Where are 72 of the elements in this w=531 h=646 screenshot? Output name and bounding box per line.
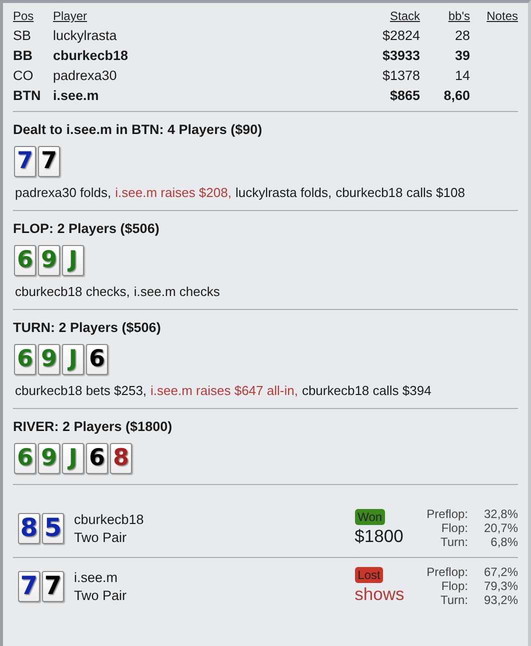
column-header[interactable]: Player — [53, 9, 330, 23]
playing-card: 7 — [38, 146, 60, 177]
playing-card: 8 — [110, 443, 132, 474]
playing-card: 7 — [18, 570, 40, 602]
equity-value: 20,7% — [482, 521, 518, 535]
hand-rank: Two Pair — [74, 588, 128, 602]
column-header[interactable]: Notes — [470, 9, 518, 23]
playing-card: J — [62, 344, 84, 375]
action-text: cburkecb18 calls $108 — [336, 185, 465, 200]
playing-card: 7 — [42, 570, 64, 602]
street-title: FLOP: 2 Players ($506) — [13, 221, 160, 236]
playing-card: 9 — [38, 245, 60, 276]
playing-card: 6 — [14, 344, 36, 375]
action-text: i.see.m raises $208, — [115, 185, 232, 200]
column-header[interactable]: Stack — [330, 9, 420, 23]
playing-card: 6 — [14, 443, 36, 474]
playing-card: 9 — [38, 443, 60, 474]
table-cell-text: BTN — [13, 88, 42, 103]
table-cell-text: 39 — [454, 48, 470, 63]
column-header[interactable]: Pos — [13, 9, 53, 23]
hand-rank: Two Pair — [74, 530, 128, 544]
table-cell-text: padrexa30 — [53, 68, 118, 83]
column-header[interactable]: bb's — [420, 9, 470, 23]
table-cell-text: $3933 — [381, 48, 420, 63]
playing-card: J — [62, 443, 84, 474]
action-text: cburkecb18 bets $253, — [15, 383, 147, 398]
equity-value: 67,2% — [482, 565, 518, 579]
table-cell-text: BB — [13, 48, 34, 63]
table-cell-text: $2824 — [381, 28, 420, 43]
street-title: TURN: 2 Players ($506) — [13, 320, 162, 335]
playing-card: 6 — [86, 443, 108, 474]
table-cell-text: $865 — [388, 88, 420, 103]
equity-label: Turn: — [439, 535, 468, 549]
table-cell-text: cburkecb18 — [53, 48, 130, 63]
table-cell-text: SB — [13, 28, 32, 43]
playing-card: 9 — [38, 344, 60, 375]
table-cell-text: 28 — [454, 28, 470, 43]
equity-value: 93,2% — [482, 593, 518, 607]
playing-card: 6 — [14, 245, 36, 276]
equity-value: 79,3% — [482, 579, 518, 593]
action-text: cburkecb18 checks, — [15, 284, 130, 299]
equity-value: 6,8% — [490, 535, 518, 549]
equity-label: Preflop: — [426, 565, 468, 579]
action-text: cburkecb18 calls $394 — [302, 383, 432, 398]
playing-card: 6 — [86, 344, 108, 375]
table-cell-text: i.see.m — [53, 88, 100, 103]
table-cell-text: 14 — [454, 68, 470, 83]
equity-label: Flop: — [440, 521, 468, 535]
action-text: luckylrasta folds, — [235, 185, 332, 200]
result-amount: shows — [354, 584, 404, 605]
action-text: padrexa30 folds, — [15, 185, 112, 200]
action-text: i.see.m raises $647 all-in, — [150, 383, 298, 398]
equity-label: Preflop: — [426, 507, 468, 521]
action-text: i.see.m checks — [134, 284, 220, 299]
equity-label: Flop: — [440, 579, 468, 593]
playing-card: 5 — [42, 512, 64, 544]
playing-card: 8 — [18, 512, 40, 544]
result-badge: Won — [354, 509, 386, 525]
table-cell-text: luckylrasta — [53, 28, 118, 43]
equity-value: 32,8% — [482, 507, 518, 521]
result-badge: Lost — [354, 567, 384, 583]
equity-label: Turn: — [439, 593, 468, 607]
player-name: i.see.m — [74, 570, 119, 584]
table-cell-text: 8,60 — [442, 88, 470, 103]
street-title: Dealt to i.see.m in BTN: 4 Players ($90) — [13, 122, 264, 137]
playing-card: J — [62, 245, 84, 276]
player-name: cburkecb18 — [74, 512, 145, 526]
street-title: RIVER: 2 Players ($1800) — [13, 419, 174, 434]
playing-card: 7 — [14, 146, 36, 177]
table-cell-text: $1378 — [381, 68, 420, 83]
table-cell-text: CO — [13, 68, 34, 83]
result-amount: $1800 — [354, 526, 404, 547]
